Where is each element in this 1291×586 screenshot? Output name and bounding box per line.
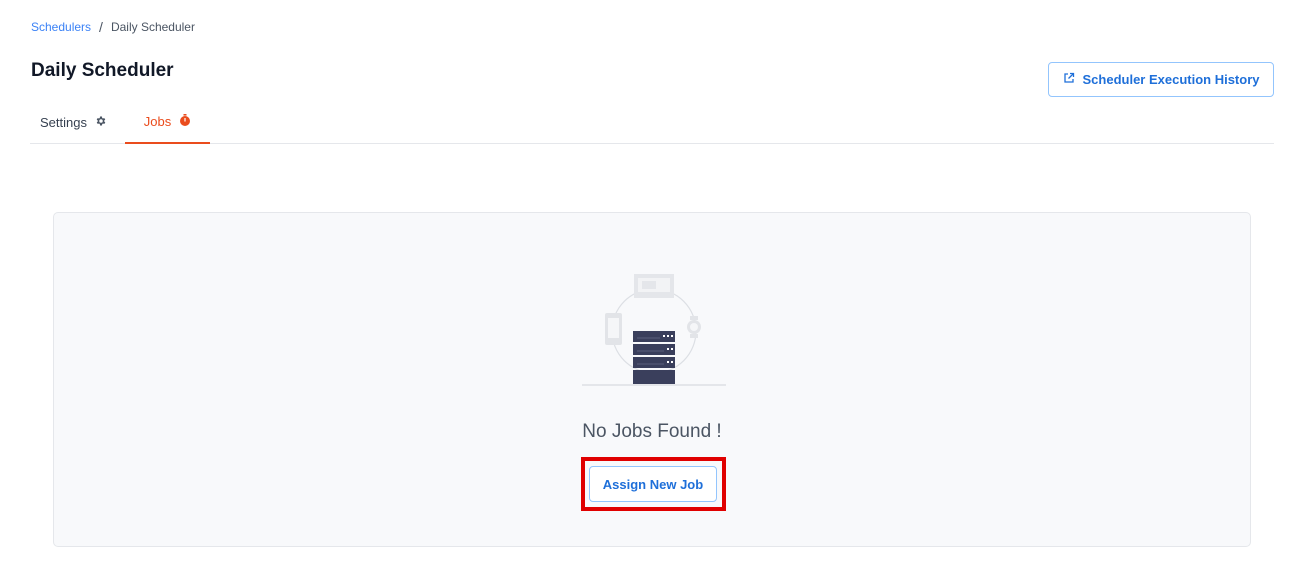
empty-state-message: No Jobs Found ! (582, 421, 722, 442)
assign-new-job-button[interactable]: Assign New Job (589, 466, 717, 502)
stopwatch-icon (179, 113, 191, 129)
tab-jobs-label: Jobs (143, 113, 172, 129)
breadcrumb-separator: / (99, 19, 103, 35)
gear-icon (95, 115, 107, 130)
breadcrumb-current: Daily Scheduler (110, 20, 195, 34)
scheduler-execution-history-button[interactable]: Scheduler Execution History (1048, 62, 1274, 97)
tab-bar: Settings Jobs (30, 100, 1274, 144)
tab-settings[interactable]: Settings (40, 100, 107, 144)
external-link-icon (1063, 72, 1075, 87)
breadcrumb: Schedulers / Daily Scheduler (31, 19, 195, 35)
tab-jobs[interactable]: Jobs (125, 100, 210, 144)
history-button-label: Scheduler Execution History (1082, 72, 1260, 87)
page-title: Daily Scheduler (31, 60, 174, 81)
server-illustration (582, 274, 726, 386)
breadcrumb-link-schedulers[interactable]: Schedulers (31, 20, 91, 34)
empty-state-panel: No Jobs Found ! Assign New Job (53, 212, 1251, 547)
tab-settings-label: Settings (40, 114, 87, 130)
